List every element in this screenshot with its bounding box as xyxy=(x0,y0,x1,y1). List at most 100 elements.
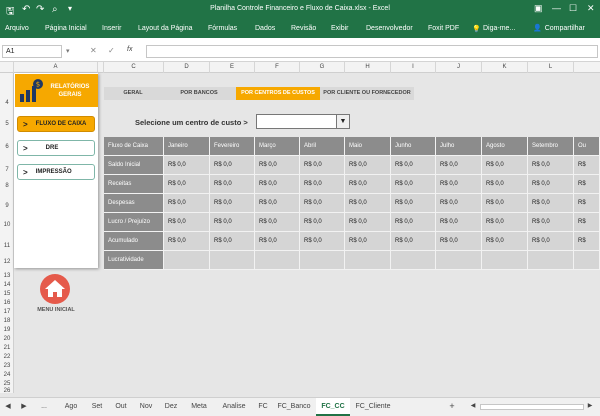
add-sheet-icon[interactable]: + xyxy=(446,398,458,416)
row-header[interactable]: 22 xyxy=(0,354,14,360)
value-cell[interactable]: R$ 0,0 xyxy=(482,213,528,232)
value-cell[interactable]: R$ 0,0 xyxy=(300,156,345,175)
tell-me-box[interactable]: Diga-me... xyxy=(483,25,515,32)
value-cell[interactable]: R$ xyxy=(574,232,600,251)
month-header[interactable]: Ou xyxy=(574,137,600,156)
close-icon[interactable]: ✕ xyxy=(587,3,595,14)
row-header[interactable]: 26 xyxy=(0,388,14,394)
value-cell[interactable]: R$ 0,0 xyxy=(255,194,300,213)
value-cell[interactable]: R$ 0,0 xyxy=(300,213,345,232)
name-box[interactable]: A1 xyxy=(2,45,62,58)
month-header[interactable]: Junho xyxy=(391,137,436,156)
row-header[interactable]: 6 xyxy=(0,144,14,150)
tab-dados[interactable]: Dados xyxy=(255,25,275,32)
formula-input[interactable] xyxy=(146,45,598,58)
fluxo-de-caixa-button[interactable]: > FLUXO DE CAIXA xyxy=(17,116,95,132)
value-cell[interactable]: R$ 0,0 xyxy=(300,232,345,251)
value-cell[interactable]: R$ 0,0 xyxy=(164,175,210,194)
sheet-tab[interactable]: Meta xyxy=(184,398,214,416)
row-header[interactable]: 24 xyxy=(0,372,14,378)
value-cell[interactable]: R$ 0,0 xyxy=(391,232,436,251)
dre-button[interactable]: > DRE xyxy=(17,140,95,156)
tell-me-icon[interactable]: 💡 xyxy=(472,25,481,33)
month-header[interactable]: Agosto xyxy=(482,137,528,156)
value-cell[interactable] xyxy=(164,251,210,270)
ribbon-options-icon[interactable]: ▣ xyxy=(534,3,543,14)
column-header[interactable]: L xyxy=(528,62,574,73)
value-cell[interactable]: R$ 0,0 xyxy=(391,213,436,232)
row-header[interactable]: 25 xyxy=(0,381,14,387)
sheet-tab[interactable]: Set xyxy=(86,398,108,416)
column-header[interactable]: A xyxy=(14,62,98,73)
value-cell[interactable] xyxy=(255,251,300,270)
value-cell[interactable]: R$ 0,0 xyxy=(255,175,300,194)
sheet-tab[interactable]: Nov xyxy=(134,398,158,416)
scroll-right-icon[interactable]: ▶ xyxy=(20,398,28,416)
value-cell[interactable]: R$ 0,0 xyxy=(482,194,528,213)
value-cell[interactable]: R$ xyxy=(574,213,600,232)
row-header[interactable]: 14 xyxy=(0,282,14,288)
tab-exibir[interactable]: Exibir xyxy=(331,25,349,32)
month-header[interactable]: Fevereiro xyxy=(210,137,255,156)
row-header[interactable]: 10 xyxy=(0,222,14,228)
value-cell[interactable]: R$ 0,0 xyxy=(436,232,482,251)
value-cell[interactable]: R$ 0,0 xyxy=(210,232,255,251)
row-header[interactable]: 19 xyxy=(0,327,14,333)
row-header[interactable]: 13 xyxy=(0,273,14,279)
value-cell[interactable]: R$ xyxy=(574,194,600,213)
month-header[interactable]: Janeiro xyxy=(164,137,210,156)
row-header[interactable]: 23 xyxy=(0,363,14,369)
value-cell[interactable] xyxy=(210,251,255,270)
value-cell[interactable]: R$ 0,0 xyxy=(164,232,210,251)
dropdown-arrow-icon[interactable]: ▼ xyxy=(336,115,349,128)
value-cell[interactable]: R$ 0,0 xyxy=(482,156,528,175)
column-header[interactable]: H xyxy=(345,62,391,73)
month-header[interactable]: Março xyxy=(255,137,300,156)
row-header[interactable]: 12 xyxy=(0,259,14,265)
value-cell[interactable] xyxy=(574,251,600,270)
value-cell[interactable]: R$ 0,0 xyxy=(345,194,391,213)
row-label[interactable]: Acumulado xyxy=(104,232,164,251)
value-cell[interactable]: R$ 0,0 xyxy=(255,156,300,175)
value-cell[interactable]: R$ 0,0 xyxy=(436,194,482,213)
month-header[interactable]: Julho xyxy=(436,137,482,156)
value-cell[interactable]: R$ 0,0 xyxy=(345,175,391,194)
row-header[interactable]: 4 xyxy=(0,100,14,106)
sheet-tab[interactable]: Out xyxy=(110,398,132,416)
more-sheets[interactable]: ... xyxy=(36,398,52,416)
value-cell[interactable]: R$ 0,0 xyxy=(300,194,345,213)
tab-formulas[interactable]: Fórmulas xyxy=(208,25,237,32)
row-header[interactable]: 17 xyxy=(0,309,14,315)
tab-layout[interactable]: Layout da Página xyxy=(138,25,193,32)
value-cell[interactable]: R$ 0,0 xyxy=(345,232,391,251)
tab-arquivo[interactable]: Arquivo xyxy=(5,25,29,32)
value-cell[interactable]: R$ 0,0 xyxy=(345,213,391,232)
nav-por-cliente-fornecedor[interactable]: POR CLIENTE OU FORNECEDOR xyxy=(320,87,414,100)
value-cell[interactable]: R$ 0,0 xyxy=(210,213,255,232)
tab-foxit-pdf[interactable]: Foxit PDF xyxy=(428,25,459,32)
hscroll-right-icon[interactable]: ▶ xyxy=(585,398,595,416)
month-header[interactable]: Abril xyxy=(300,137,345,156)
share-button[interactable]: 👤 Compartilhar xyxy=(530,21,600,35)
column-header[interactable]: J xyxy=(436,62,482,73)
value-cell[interactable]: R$ 0,0 xyxy=(436,156,482,175)
value-cell[interactable]: R$ 0,0 xyxy=(164,194,210,213)
row-header[interactable]: 15 xyxy=(0,291,14,297)
value-cell[interactable]: R$ 0,0 xyxy=(210,156,255,175)
row-header[interactable]: 8 xyxy=(0,183,14,189)
row-header[interactable]: 20 xyxy=(0,336,14,342)
month-header[interactable]: Maio xyxy=(345,137,391,156)
row-label[interactable]: Saldo Inicial xyxy=(104,156,164,175)
tab-pagina-inicial[interactable]: Página Inicial xyxy=(45,25,87,32)
value-cell[interactable]: R$ 0,0 xyxy=(482,175,528,194)
value-cell[interactable] xyxy=(391,251,436,270)
value-cell[interactable]: R$ 0,0 xyxy=(528,213,574,232)
column-header[interactable]: G xyxy=(300,62,345,73)
grid-header-cell[interactable]: Fluxo de Caixa xyxy=(104,137,164,156)
column-header[interactable]: E xyxy=(210,62,255,73)
row-label[interactable]: Receitas xyxy=(104,175,164,194)
insert-function-icon[interactable]: fx xyxy=(127,46,132,53)
column-header[interactable]: C xyxy=(104,62,164,73)
cancel-entry-icon[interactable]: ✕ xyxy=(90,46,97,55)
value-cell[interactable]: R$ 0,0 xyxy=(255,232,300,251)
